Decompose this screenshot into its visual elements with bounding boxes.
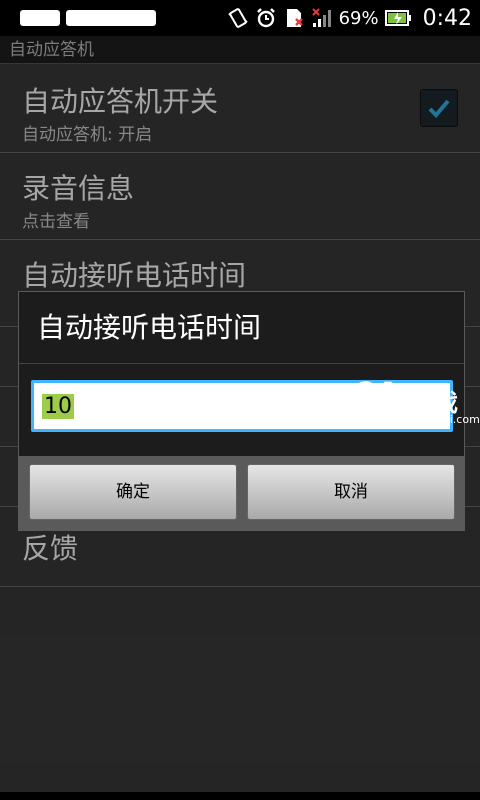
ok-button[interactable]: 确定 — [29, 464, 237, 520]
sim-error-icon — [283, 7, 305, 29]
watermark-logo: 9L 游戏 91danji.com — [350, 375, 480, 430]
battery-percent: 69% — [338, 7, 379, 29]
alarm-icon — [255, 7, 277, 29]
cancel-button[interactable]: 取消 — [247, 464, 455, 520]
clock: 0:42 — [422, 5, 472, 31]
input-selected-text: 10 — [42, 393, 74, 419]
status-bar: 69% 0:42 — [0, 0, 480, 36]
watermark-logo-mark: 9L — [350, 375, 404, 421]
battery-icon — [384, 7, 413, 29]
vibrate-icon — [227, 7, 249, 29]
dialog-title: 自动接听电话时间 — [19, 292, 464, 364]
watermark-url: 91danji.com — [412, 413, 480, 426]
dialog-button-bar: 确定 取消 — [19, 456, 464, 530]
blurred-notification-area — [0, 10, 156, 26]
blurred-notification-text — [66, 10, 156, 26]
bottom-bar — [0, 792, 480, 800]
blurred-notification-icon — [20, 10, 60, 26]
signal-icon — [311, 7, 333, 29]
